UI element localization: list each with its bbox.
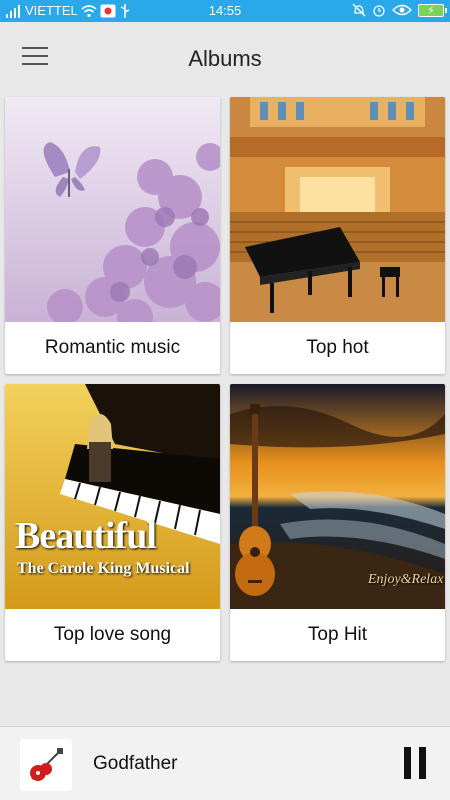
album-art-subtitle: The Carole King Musical [17,560,190,577]
pause-icon[interactable] [404,747,426,779]
album-art-beautiful-carole-king-musical: Beautiful The Carole King Musical [5,384,220,609]
album-label: Top hot [306,337,369,358]
album-art-title: Beautiful [15,515,157,557]
silent-bell-icon [352,3,366,17]
app-bar: Albums [0,22,450,94]
mini-player[interactable]: Godfather [0,726,450,800]
album-label: Top Hit [307,624,368,645]
album-art-butterfly-blossoms [5,97,220,322]
album-card-romantic-music[interactable]: Romantic music [5,97,220,374]
album-art-concert-hall-piano [230,97,445,322]
battery-icon: ⚡ [418,3,447,17]
album-card-top-hit[interactable]: Enjoy&Relax Top Hit [230,384,445,661]
album-label: Top love song [53,624,172,645]
now-playing-title: Godfather [93,753,178,774]
album-label: Romantic music [44,337,181,358]
album-art-guitar-on-beach-sunset: Enjoy&Relax [230,384,445,609]
alarm-icon [373,5,385,17]
album-card-top-love-song[interactable]: Beautiful The Carole King Musical Top lo… [5,384,220,661]
page-title: Albums [188,46,262,71]
eye-icon [392,4,412,16]
guitar-cover-icon [20,739,72,791]
album-card-top-hot[interactable]: Top hot [230,97,445,374]
album-art-watermark: Enjoy&Relax [368,572,444,587]
status-bar: VIETTEL 14:55 ⚡ [0,0,450,22]
